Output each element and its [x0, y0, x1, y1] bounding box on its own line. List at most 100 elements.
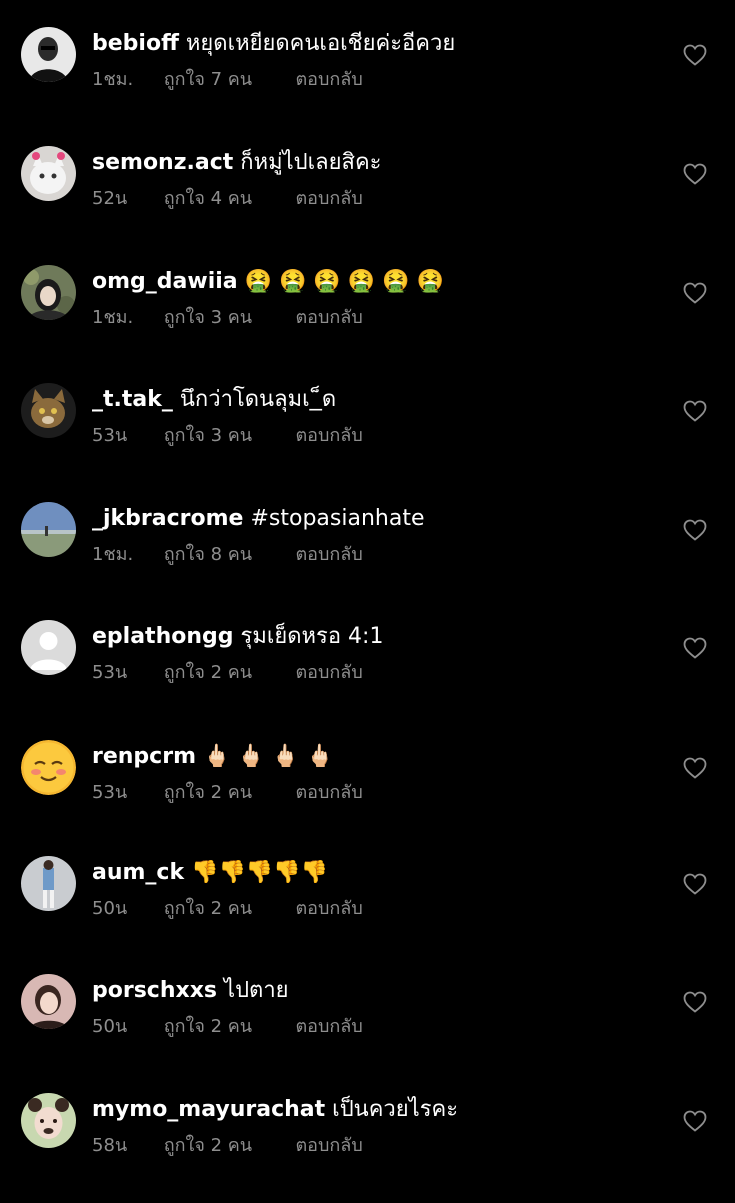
comment-line: _t.tak_ นึกว่าโดนลุมเ_็ด: [92, 385, 655, 415]
timestamp: 1ชม.: [92, 307, 134, 328]
username[interactable]: semonz.act: [92, 150, 233, 175]
avatar[interactable]: [21, 27, 76, 82]
avatar[interactable]: [21, 620, 76, 675]
comment-meta: 58น ถูกใจ 2 คน ตอบกลับ: [92, 1134, 363, 1158]
comment-item: renpcrm 🖕🏻 🖕🏻 🖕🏻 🖕🏻 53น ถูกใจ 2 คน ตอบกล…: [0, 740, 735, 850]
comment-line: mymo_mayurachat เป็นควยไรคะ: [92, 1095, 655, 1125]
comment-meta: 53น ถูกใจ 2 คน ตอบกลับ: [92, 781, 363, 805]
avatar[interactable]: [21, 1093, 76, 1148]
comment-line: renpcrm 🖕🏻 🖕🏻 🖕🏻 🖕🏻: [92, 742, 655, 772]
like-count[interactable]: ถูกใจ 2 คน: [164, 1015, 290, 1039]
reply-button[interactable]: ตอบกลับ: [295, 68, 362, 92]
comment-item: mymo_mayurachat เป็นควยไรคะ 58น ถูกใจ 2 …: [0, 1093, 735, 1203]
avatar[interactable]: [21, 502, 76, 557]
like-count[interactable]: ถูกใจ 2 คน: [164, 781, 290, 805]
comment-text: 👎👎👎👎👎: [191, 860, 329, 885]
username[interactable]: mymo_mayurachat: [92, 1097, 325, 1122]
username[interactable]: aum_ck: [92, 860, 184, 885]
comment-item: porschxxs ไปตาย 50น ถูกใจ 2 คน ตอบกลับ: [0, 974, 735, 1084]
like-count[interactable]: ถูกใจ 4 คน: [164, 187, 290, 211]
heart-outline-icon[interactable]: [683, 44, 707, 66]
like-count[interactable]: ถูกใจ 2 คน: [164, 1134, 290, 1158]
comment-item: bebioff หยุดเหยียดคนเอเชียค่ะอีควย 1ชม. …: [0, 27, 735, 137]
comment-meta: 52น ถูกใจ 4 คน ตอบกลับ: [92, 187, 363, 211]
heart-outline-icon[interactable]: [683, 1110, 707, 1132]
timestamp: 1ชม.: [92, 69, 134, 90]
username[interactable]: _t.tak_: [92, 387, 173, 412]
username[interactable]: _jkbracrome: [92, 506, 243, 531]
avatar[interactable]: [21, 740, 76, 795]
like-count[interactable]: ถูกใจ 2 คน: [164, 897, 290, 921]
avatar[interactable]: [21, 265, 76, 320]
like-count[interactable]: ถูกใจ 7 คน: [164, 68, 290, 92]
username[interactable]: eplathongg: [92, 624, 234, 649]
reply-button[interactable]: ตอบกลับ: [295, 661, 362, 685]
comment-text: เป็นควยไรคะ: [332, 1097, 459, 1122]
timestamp: 50น: [92, 898, 128, 919]
comment-line: bebioff หยุดเหยียดคนเอเชียค่ะอีควย: [92, 29, 655, 59]
timestamp: 58น: [92, 1135, 128, 1156]
heart-outline-icon[interactable]: [683, 637, 707, 659]
comment-meta: 50น ถูกใจ 2 คน ตอบกลับ: [92, 1015, 363, 1039]
comment-text: หยุดเหยียดคนเอเชียค่ะอีควย: [185, 31, 456, 56]
comment-meta: 1ชม. ถูกใจ 3 คน ตอบกลับ: [92, 306, 363, 330]
username[interactable]: porschxxs: [92, 978, 217, 1003]
comment-meta: 1ชม. ถูกใจ 8 คน ตอบกลับ: [92, 543, 363, 567]
heart-outline-icon[interactable]: [683, 873, 707, 895]
comment-line: aum_ck 👎👎👎👎👎: [92, 858, 655, 888]
heart-outline-icon[interactable]: [683, 757, 707, 779]
comment-meta: 1ชม. ถูกใจ 7 คน ตอบกลับ: [92, 68, 363, 92]
comment-line: _jkbracrome #stopasianhate: [92, 504, 655, 534]
like-count[interactable]: ถูกใจ 2 คน: [164, 661, 290, 685]
comment-item: eplathongg รุมเย็ดหรอ 4:1 53น ถูกใจ 2 คน…: [0, 620, 735, 730]
timestamp: 50น: [92, 1016, 128, 1037]
timestamp: 1ชม.: [92, 544, 134, 565]
comment-meta: 50น ถูกใจ 2 คน ตอบกลับ: [92, 897, 363, 921]
comment-line: semonz.act ก็หมู่ไปเลยสิคะ: [92, 148, 655, 178]
comment-line: porschxxs ไปตาย: [92, 976, 655, 1006]
like-count[interactable]: ถูกใจ 8 คน: [164, 543, 290, 567]
heart-outline-icon[interactable]: [683, 519, 707, 541]
comment-text: #stopasianhate: [250, 506, 425, 531]
username[interactable]: bebioff: [92, 31, 179, 56]
comment-meta: 53น ถูกใจ 3 คน ตอบกลับ: [92, 424, 363, 448]
comment-text: นึกว่าโดนลุมเ_็ด: [179, 387, 337, 412]
comment-text: รุมเย็ดหรอ 4:1: [240, 624, 384, 649]
timestamp: 53น: [92, 662, 128, 683]
comment-line: eplathongg รุมเย็ดหรอ 4:1: [92, 622, 655, 652]
comment-item: _t.tak_ นึกว่าโดนลุมเ_็ด 53น ถูกใจ 3 คน …: [0, 383, 735, 493]
timestamp: 53น: [92, 782, 128, 803]
reply-button[interactable]: ตอบกลับ: [295, 543, 362, 567]
username[interactable]: omg_dawiia: [92, 269, 238, 294]
heart-outline-icon[interactable]: [683, 400, 707, 422]
comment-text: ไปตาย: [224, 978, 289, 1003]
heart-outline-icon[interactable]: [683, 991, 707, 1013]
reply-button[interactable]: ตอบกลับ: [295, 187, 362, 211]
avatar[interactable]: [21, 856, 76, 911]
avatar[interactable]: [21, 974, 76, 1029]
comment-meta: 53น ถูกใจ 2 คน ตอบกลับ: [92, 661, 363, 685]
reply-button[interactable]: ตอบกลับ: [295, 1015, 362, 1039]
comment-item: omg_dawiia 🤮 🤮 🤮 🤮 🤮 🤮 1ชม. ถูกใจ 3 คน ต…: [0, 265, 735, 375]
timestamp: 53น: [92, 425, 128, 446]
comment-text: 🤮 🤮 🤮 🤮 🤮 🤮: [244, 269, 444, 294]
like-count[interactable]: ถูกใจ 3 คน: [164, 306, 290, 330]
comment-item: aum_ck 👎👎👎👎👎 50น ถูกใจ 2 คน ตอบกลับ: [0, 856, 735, 966]
heart-outline-icon[interactable]: [683, 163, 707, 185]
avatar[interactable]: [21, 146, 76, 201]
comment-item: _jkbracrome #stopasianhate 1ชม. ถูกใจ 8 …: [0, 502, 735, 612]
reply-button[interactable]: ตอบกลับ: [295, 424, 362, 448]
reply-button[interactable]: ตอบกลับ: [295, 1134, 362, 1158]
timestamp: 52น: [92, 188, 128, 209]
comment-text: 🖕🏻 🖕🏻 🖕🏻 🖕🏻: [203, 744, 334, 769]
username[interactable]: renpcrm: [92, 744, 196, 769]
like-count[interactable]: ถูกใจ 3 คน: [164, 424, 290, 448]
comment-list: bebioff หยุดเหยียดคนเอเชียค่ะอีควย 1ชม. …: [0, 0, 735, 1200]
avatar[interactable]: [21, 383, 76, 438]
reply-button[interactable]: ตอบกลับ: [295, 897, 362, 921]
reply-button[interactable]: ตอบกลับ: [295, 306, 362, 330]
reply-button[interactable]: ตอบกลับ: [295, 781, 362, 805]
heart-outline-icon[interactable]: [683, 282, 707, 304]
comment-line: omg_dawiia 🤮 🤮 🤮 🤮 🤮 🤮: [92, 267, 655, 297]
comment-item: semonz.act ก็หมู่ไปเลยสิคะ 52น ถูกใจ 4 ค…: [0, 146, 735, 256]
